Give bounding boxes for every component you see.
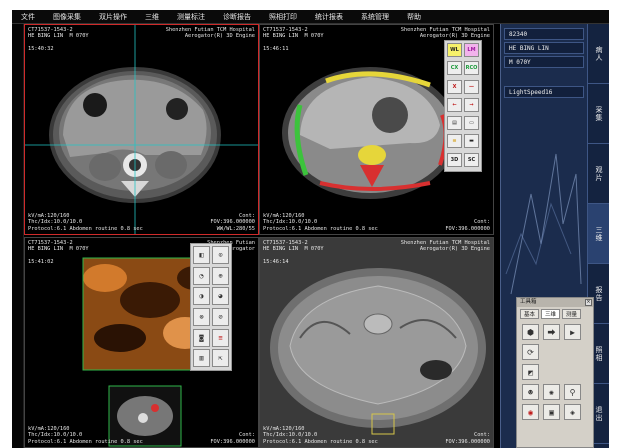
palette-titlebar[interactable]: 工具箱 ×	[517, 298, 593, 307]
vessel-icon[interactable]: ✺	[543, 384, 560, 400]
vol-tool-render-button[interactable]: ◙	[193, 328, 210, 347]
menu-print[interactable]: 照相打印	[260, 10, 306, 24]
tool-rco-button[interactable]: RCO	[464, 61, 479, 76]
menu-3d[interactable]: 三维	[136, 10, 168, 24]
tab-patient[interactable]: 病人	[588, 24, 609, 84]
vp1-patient-info: CT71537-1543-2 HE BING LIN M 070Y 15:40:…	[28, 27, 89, 52]
panel-background-graphic	[505, 153, 582, 295]
vp3-display-params: Cont: FOV:396.000000	[210, 432, 255, 445]
skull-icon[interactable]: ☻	[522, 384, 539, 400]
vp1-scan-params: kV/mA:120/160 Thc/Idx:10.0/10.0 Protocol…	[28, 213, 143, 232]
vp2-scan-params: kV/mA:120/160 Thc/Idx:10.0/10.0 Protocol…	[263, 213, 378, 232]
vp4-patient-info: CT71537-1543-2 HE BING LIN M 070Y 15:46:…	[263, 240, 324, 265]
tool-save-button[interactable]: ▭	[464, 116, 479, 131]
tool-left-arrow-button[interactable]: ←	[447, 97, 462, 112]
tool-bar-button[interactable]: ▬	[464, 134, 479, 149]
volume-icon[interactable]: ⬢	[522, 324, 539, 340]
tool-book-button[interactable]: ▤	[447, 116, 462, 131]
scanner-model: LightSpeed16	[509, 89, 553, 96]
menu-statistics[interactable]: 统计报表	[306, 10, 352, 24]
vp4-scan-params: kV/mA:120/160 Thc/Idx:10.0/10.0 Protocol…	[263, 426, 378, 445]
vol-tool-cut-button[interactable]: ⊗	[193, 307, 210, 326]
highlight-icon[interactable]: ◉	[522, 404, 539, 420]
patient-id: 82340	[509, 31, 528, 38]
open-icon[interactable]: ⮕	[543, 324, 560, 340]
rotate-icon[interactable]: ⟳	[522, 344, 539, 360]
menu-measure[interactable]: 测量标注	[168, 10, 214, 24]
patient-name: HE BING LIN	[509, 45, 549, 52]
vol-tool-color-button[interactable]: ≡	[212, 328, 229, 347]
palette-tab-basic[interactable]: 基本	[520, 309, 540, 319]
menu-help[interactable]: 帮助	[398, 10, 430, 24]
tool-palette: 工具箱 × 基本 三维 测量 ⬢ ⮕ ▶ ⟳ ◩ ☻ ✺ ⚲ ◉ ▣ ◈	[516, 297, 594, 448]
mpr-icon[interactable]: ◩	[522, 364, 539, 380]
close-icon[interactable]: ×	[585, 299, 592, 306]
patient-name-box: HE BING LIN	[504, 42, 584, 54]
vol-tool-zoom-button[interactable]: ⊕	[212, 266, 229, 285]
tool-wl-button[interactable]: WL	[447, 43, 462, 57]
palette-tab-3d[interactable]: 三维	[541, 309, 561, 319]
palette-tabs: 基本 三维 测量	[517, 307, 593, 321]
scanner-box: LightSpeed16	[504, 86, 584, 98]
tool-cx-button[interactable]: CX	[447, 61, 462, 76]
palette-tab-measure[interactable]: 测量	[562, 309, 582, 319]
ct-emboss-image	[260, 238, 493, 447]
vol-tool-spin-button[interactable]: ◕	[212, 287, 229, 306]
viewport-emboss[interactable]: CT71537-1543-2 HE BING LIN M 070Y 15:46:…	[259, 237, 494, 448]
bone-icon[interactable]: ⚲	[564, 384, 581, 400]
vol-tool-rotate-button[interactable]: ⊙	[212, 246, 229, 264]
vp3-scan-params: kV/mA:120/160 Thc/Idx:10.0/10.0 Protocol…	[28, 426, 143, 445]
vp3-patient-info: CT71537-1543-2 HE BING LIN M 070Y 15:41:…	[28, 240, 89, 265]
vol-tool-export-button[interactable]: ⇱	[212, 349, 229, 368]
vol-tool-reset-button[interactable]: ⊘	[212, 307, 229, 326]
left-strip	[12, 24, 24, 448]
vp2-hospital-info: Shenzhen Futian TCM Hospital Aerogator(R…	[400, 27, 490, 40]
viewport-axial[interactable]: CT71537-1543-2 HE BING LIN M 070Y 15:40:…	[24, 24, 259, 235]
vol-tool-view-button[interactable]: ◧	[193, 246, 210, 264]
tool-sc-button[interactable]: SC	[464, 152, 479, 167]
play-icon[interactable]: ▶	[564, 324, 581, 340]
vp2-patient-info: CT71537-1543-2 HE BING LIN M 070Y 15:46:…	[263, 27, 324, 52]
segmentation-toolbar: WL LM CX RCO X — ← → ▤ ▭ ≡ ▬ 3D SC	[444, 40, 482, 172]
patient-sex-age-box: M 070Y	[504, 56, 584, 68]
vp1-display-params: Cont: FOV:396.000000 WW/WL:280/55	[210, 213, 255, 232]
palette-buttons: ⬢ ⮕ ▶ ⟳ ◩ ☻ ✺ ⚲ ◉ ▣ ◈	[517, 321, 593, 423]
menu-file[interactable]: 文件	[12, 10, 44, 24]
vol-tool-layout-button[interactable]: ▥	[193, 349, 210, 368]
vp4-display-params: Cont: FOV:396.000000	[445, 432, 490, 445]
vp4-hospital-info: Shenzhen Futian TCM Hospital Aerogator(R…	[400, 240, 490, 253]
menu-system[interactable]: 系统管理	[352, 10, 398, 24]
menu-dual-view[interactable]: 双片操作	[90, 10, 136, 24]
tool-right-arrow-button[interactable]: →	[464, 97, 479, 112]
empty-slot	[543, 364, 560, 380]
tool-layers-button[interactable]: ≡	[447, 134, 462, 149]
empty-slot	[564, 344, 581, 360]
ct-axial-image	[25, 25, 258, 234]
menu-image-acquire[interactable]: 图像采集	[44, 10, 90, 24]
tool-delete-button[interactable]: X	[447, 79, 462, 94]
vp1-hospital-info: Shenzhen Futian TCM Hospital Aerogator(R…	[165, 27, 255, 40]
empty-slot	[543, 344, 560, 360]
palette-title: 工具箱	[520, 299, 537, 305]
app-window: 文件 图像采集 双片操作 三维 测量标注 诊断报告 照相打印 统计报表 系统管理…	[12, 10, 609, 448]
patient-sex-age: M 070Y	[509, 59, 531, 66]
volume-toolbar: ◧ ⊙ ◔ ⊕ ◑ ◕ ⊗ ⊘ ◙ ≡ ▥ ⇱	[190, 243, 232, 371]
tab-view[interactable]: 观片	[588, 144, 609, 204]
vol-tool-orbit-button[interactable]: ◔	[193, 266, 210, 285]
tab-acquire[interactable]: 采集	[588, 84, 609, 144]
vol-tool-pan-button[interactable]: ◑	[193, 287, 210, 306]
tab-3d[interactable]: 三维	[588, 204, 609, 264]
tool-minus-button[interactable]: —	[464, 79, 479, 94]
menu-bar: 文件 图像采集 双片操作 三维 测量标注 诊断报告 照相打印 统计报表 系统管理…	[12, 10, 609, 24]
empty-slot	[564, 364, 581, 380]
patient-id-box: 82340	[504, 28, 584, 40]
menu-report[interactable]: 诊断报告	[214, 10, 260, 24]
vp2-display-params: Cont: FOV:396.000000	[445, 219, 490, 232]
tool-lm-button[interactable]: LM	[464, 43, 479, 57]
tool-3d-button[interactable]: 3D	[447, 152, 462, 167]
filter-icon[interactable]: ▣	[543, 404, 560, 420]
shape-icon[interactable]: ◈	[564, 404, 581, 420]
